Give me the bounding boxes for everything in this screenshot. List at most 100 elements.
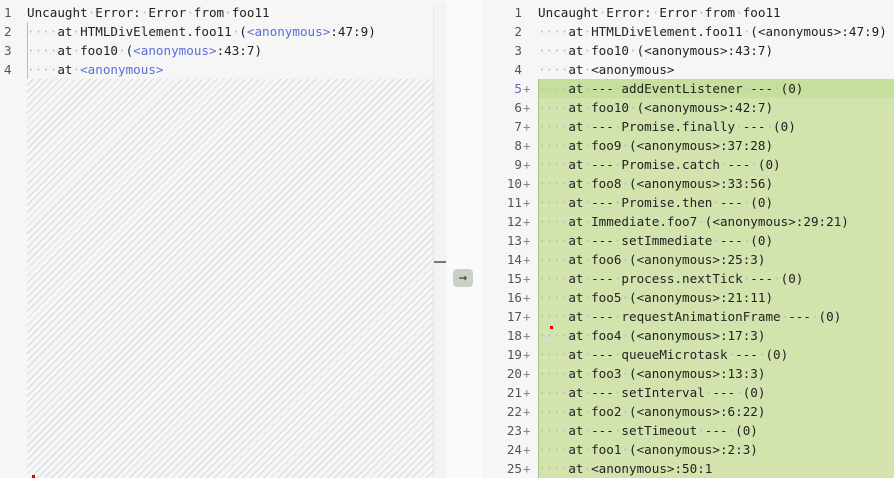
added-marker-icon: + <box>523 138 531 153</box>
line-text: at --- requestAnimationFrame --- (0) <box>538 309 842 324</box>
line-text: at foo2 (<anonymous>:6:22) <box>538 404 766 419</box>
modified-editor-pane[interactable]: 1Uncaught·Error:·Error·from·foo11Uncaugh… <box>482 0 894 478</box>
added-code-line[interactable]: 6+····at·foo10·(<anonymous>:42:7) at foo… <box>482 98 894 117</box>
added-code-line[interactable]: 9+····at·---·Promise.catch·---·(0) at --… <box>482 155 894 174</box>
added-code-line[interactable]: 8+····at·foo9·(<anonymous>:37:28) at foo… <box>482 136 894 155</box>
line-number: 9 <box>514 157 522 172</box>
added-code-line[interactable]: 23+····at·---·setTimeout·---·(0) at --- … <box>482 421 894 440</box>
added-code-line[interactable]: 13+····at·---·setImmediate·---·(0) at --… <box>482 231 894 250</box>
line-number: 12 <box>506 214 522 229</box>
line-number: 1 <box>514 5 522 20</box>
line-number: 21 <box>506 385 522 400</box>
added-marker-icon: + <box>523 309 531 324</box>
line-text: at <anonymous> <box>27 60 163 79</box>
line-number: 11 <box>506 195 522 210</box>
added-block-border <box>538 79 539 478</box>
line-number: 2 <box>4 24 12 39</box>
anonymous-token: <anonymous> <box>80 62 164 77</box>
added-code-line[interactable]: 10+····at·foo8·(<anonymous>:33:56) at fo… <box>482 174 894 193</box>
added-code-line[interactable]: 24+····at·foo1·(<anonymous>:2:3) at foo1… <box>482 440 894 459</box>
added-code-line[interactable]: 12+····at·Immediate.foo7·(<anonymous>:29… <box>482 212 894 231</box>
text-token: :47:9) <box>330 24 376 39</box>
line-number: 6 <box>514 100 522 115</box>
added-marker-icon: + <box>523 100 531 115</box>
line-number: 14 <box>506 252 522 267</box>
added-marker-icon: + <box>523 157 531 172</box>
added-code-line[interactable]: 15+····at·---·process.nextTick·---·(0) a… <box>482 269 894 288</box>
line-text: Uncaught Error: Error from foo11 <box>27 3 270 22</box>
code-line[interactable]: 3····at·foo10·(<anonymous>:43:7) at foo1… <box>482 41 894 60</box>
added-code-line[interactable]: 21+····at·---·setInterval·---·(0) at ---… <box>482 383 894 402</box>
code-line[interactable]: 1Uncaught·Error:·Error·from·foo11Uncaugh… <box>0 3 447 22</box>
added-marker-icon: + <box>523 271 531 286</box>
line-text: at --- setTimeout --- (0) <box>538 423 758 438</box>
added-marker-icon: + <box>523 252 531 267</box>
code-line[interactable]: 4····at·<anonymous> at <anonymous> <box>0 60 447 79</box>
line-number: 17 <box>506 309 522 324</box>
line-number: 4 <box>514 62 522 77</box>
line-number: 2 <box>514 24 522 39</box>
arrow-right-icon: → <box>458 270 468 286</box>
added-code-line[interactable]: 11+····at·---·Promise.then·---·(0) at --… <box>482 193 894 212</box>
line-number: 7 <box>514 119 522 134</box>
anonymous-token: <anonymous> <box>246 24 331 39</box>
text-token: at <box>27 62 81 77</box>
line-text: at foo6 (<anonymous>:25:3) <box>538 252 766 267</box>
line-text: Uncaught Error: Error from foo11 <box>538 5 781 20</box>
scrollbar-change-marker <box>434 261 446 263</box>
added-marker-icon: + <box>523 404 531 419</box>
text-cursor-icon: I <box>543 330 551 345</box>
line-text: at foo10 (<anonymous>:43:7) <box>27 41 262 60</box>
code-line[interactable]: 2····at·HTMLDivElement.foo11·(<anonymous… <box>482 22 894 41</box>
added-code-line[interactable]: 22+····at·foo2·(<anonymous>:6:22) at foo… <box>482 402 894 421</box>
line-number: 3 <box>4 43 12 58</box>
added-code-line[interactable]: 25+····at·<anonymous>:50:1 at <anonymous… <box>482 459 894 478</box>
added-code-line[interactable]: 7+····at·---·Promise.finally·---·(0) at … <box>482 117 894 136</box>
line-text: at foo5 (<anonymous>:21:11) <box>538 290 774 305</box>
added-marker-icon: + <box>523 214 531 229</box>
revert-change-button[interactable]: → <box>453 269 473 287</box>
cursor-marker <box>550 326 553 329</box>
line-number: 24 <box>506 442 522 457</box>
line-number: 8 <box>514 138 522 153</box>
line-text: at <anonymous> <box>538 62 675 77</box>
added-marker-icon: + <box>523 461 531 476</box>
line-number: 25 <box>506 461 522 476</box>
added-code-line[interactable]: 20+····at·foo3·(<anonymous>:13:3) at foo… <box>482 364 894 383</box>
added-marker-icon: + <box>523 366 531 381</box>
empty-region-hatch <box>27 79 446 478</box>
line-number: 22 <box>506 404 522 419</box>
added-code-line[interactable]: 17+····at·---·requestAnimationFrame·---·… <box>482 307 894 326</box>
line-text: at --- process.nextTick --- (0) <box>538 271 804 286</box>
added-marker-icon: + <box>523 290 531 305</box>
text-token: Uncaught Error: Error from foo11 <box>27 5 270 20</box>
anonymous-token: <anonymous> <box>133 43 217 58</box>
added-marker-icon: + <box>523 385 531 400</box>
line-number: 5 <box>514 81 522 96</box>
line-text: at foo9 (<anonymous>:37:28) <box>538 138 774 153</box>
added-code-line[interactable]: 14+····at·foo6·(<anonymous>:25:3) at foo… <box>482 250 894 269</box>
text-token: at foo10 ( <box>27 43 134 58</box>
added-marker-icon: + <box>523 442 531 457</box>
line-text: at <anonymous>:50:1 <box>538 461 713 476</box>
code-line[interactable]: 3····at·foo10·(<anonymous>:43:7) at foo1… <box>0 41 447 60</box>
added-code-line[interactable]: 5+····at·---·addEventListener·---·(0) at… <box>482 79 894 98</box>
line-text: at foo1 (<anonymous>:2:3) <box>538 442 758 457</box>
line-text: at foo3 (<anonymous>:13:3) <box>538 366 766 381</box>
line-text: at --- Promise.then --- (0) <box>538 195 774 210</box>
line-text: at --- Promise.catch --- (0) <box>538 157 781 172</box>
original-editor-pane[interactable]: 1Uncaught·Error:·Error·from·foo11Uncaugh… <box>0 0 447 478</box>
added-marker-icon: + <box>523 423 531 438</box>
added-marker-icon: + <box>523 81 531 96</box>
line-number: 1 <box>4 5 12 20</box>
code-line[interactable]: 1Uncaught·Error:·Error·from·foo11Uncaugh… <box>482 3 894 22</box>
code-line[interactable]: 4····at·<anonymous> at <anonymous> <box>482 60 894 79</box>
added-code-line[interactable]: 19+····at·---·queueMicrotask·---·(0) at … <box>482 345 894 364</box>
diff-gutter <box>447 0 482 478</box>
added-code-line[interactable]: 16+····at·foo5·(<anonymous>:21:11) at fo… <box>482 288 894 307</box>
line-text: at foo4 (<anonymous>:17:3) <box>538 328 766 343</box>
line-number: 16 <box>506 290 522 305</box>
line-text: at foo8 (<anonymous>:33:56) <box>538 176 774 191</box>
code-line[interactable]: 2····at·HTMLDivElement.foo11·(<anonymous… <box>0 22 447 41</box>
line-number: 23 <box>506 423 522 438</box>
